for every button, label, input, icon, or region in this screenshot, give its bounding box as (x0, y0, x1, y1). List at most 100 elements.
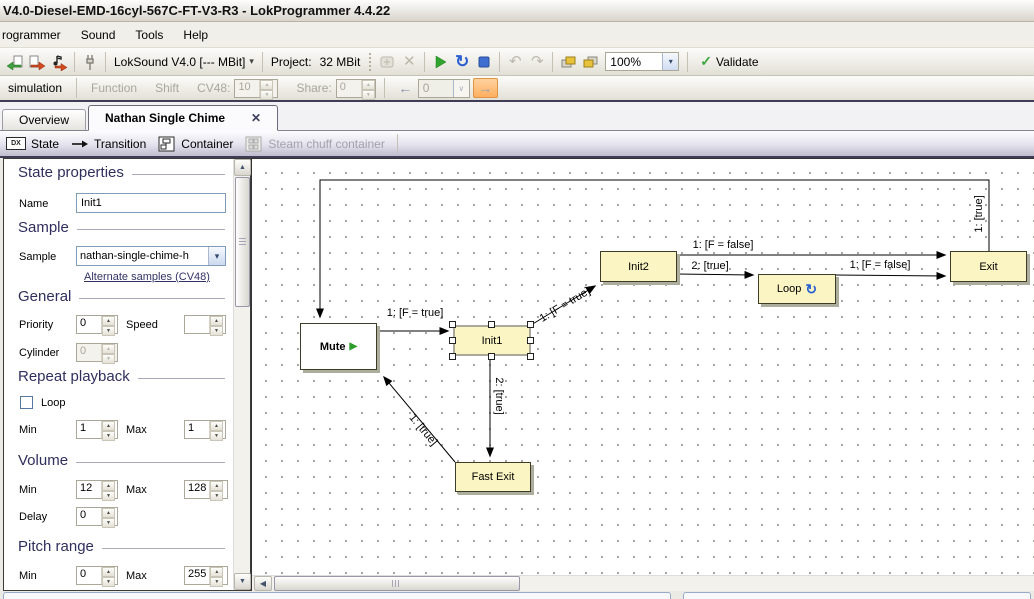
step-down-icon[interactable]: ▼ (102, 491, 115, 501)
selection-handle[interactable] (488, 321, 495, 328)
state-node-fast-exit[interactable]: Fast Exit (455, 462, 531, 492)
edge-exit-mute[interactable] (320, 180, 989, 317)
scroll-left-icon[interactable]: ◀ (254, 576, 272, 591)
validate-button[interactable]: ✓ Validate (692, 51, 766, 72)
pitch-min-stepper[interactable]: 0 ▲▼ (76, 566, 118, 585)
step-up-icon[interactable]: ▲ (210, 481, 223, 491)
menu-programmer[interactable]: rogrammer (0, 24, 71, 46)
tab-overview[interactable]: Overview (2, 109, 86, 131)
scrollbar-thumb[interactable] (274, 576, 520, 591)
selection-handle[interactable] (449, 321, 456, 328)
tab-label: Overview (19, 113, 69, 127)
add-container-button[interactable]: Container (158, 136, 233, 152)
step-down-icon[interactable]: ▼ (210, 431, 223, 441)
state-node-loop[interactable]: Loop ↻ (758, 274, 836, 304)
stepper-arrows[interactable]: ▲▼ (209, 421, 223, 438)
add-state-button[interactable]: DX State (6, 137, 59, 151)
add-transition-label: Transition (94, 137, 146, 151)
stepper-arrows[interactable]: ▲▼ (209, 481, 223, 498)
name-field[interactable] (76, 193, 226, 213)
speed-stepper[interactable]: ▲▼ (184, 315, 226, 334)
step-down-icon[interactable]: ▼ (210, 326, 223, 336)
stepper-arrows[interactable]: ▲▼ (209, 567, 223, 584)
nav-forward-button[interactable]: → (473, 78, 498, 98)
selection-handle[interactable] (449, 353, 456, 360)
volume-max-stepper[interactable]: 128 ▲▼ (184, 480, 228, 499)
selection-handle[interactable] (449, 337, 456, 344)
tab-close-icon[interactable]: ✕ (251, 111, 261, 125)
selection-handle[interactable] (527, 321, 534, 328)
layers-back-icon[interactable] (579, 51, 601, 73)
stepper-arrows[interactable]: ▲▼ (101, 567, 115, 584)
programmer-connect-icon[interactable] (79, 51, 101, 73)
step-up-icon[interactable]: ▲ (102, 421, 115, 431)
step-down-icon[interactable]: ▼ (102, 577, 115, 587)
project-size-value: 32 MBit (316, 55, 365, 69)
tab-nathan-single-chime[interactable]: Nathan Single Chime ✕ (88, 105, 278, 131)
selection-handle[interactable] (527, 337, 534, 344)
state-diagram-canvas[interactable]: 1: [F = true] 1: [F = true] 1: [F = fals… (252, 158, 1034, 575)
sample-combobox[interactable]: nathan-single-chime-h ▾ (76, 246, 226, 266)
pitch-max-stepper[interactable]: 255 ▲▼ (184, 566, 228, 585)
play-icon[interactable] (429, 51, 451, 73)
scroll-down-icon[interactable]: ▼ (234, 573, 251, 590)
layers-front-icon[interactable] (557, 51, 579, 73)
step-up-icon[interactable]: ▲ (102, 481, 115, 491)
state-node-init1[interactable]: Init1 (453, 325, 531, 356)
step-down-icon[interactable]: ▼ (102, 326, 115, 336)
step-up-icon[interactable]: ▲ (210, 421, 223, 431)
add-transition-button[interactable]: Transition (71, 137, 146, 151)
step-down-icon[interactable]: ▼ (102, 431, 115, 441)
volume-min-stepper[interactable]: 12 ▲▼ (76, 480, 118, 499)
selection-handle[interactable] (488, 353, 495, 360)
state-node-exit[interactable]: Exit (950, 251, 1027, 282)
step-down-icon[interactable]: ▼ (210, 491, 223, 501)
panel-vertical-scrollbar[interactable]: ▲ ▼ (233, 159, 250, 590)
stepper-arrows[interactable]: ▲▼ (101, 316, 115, 333)
stepper-arrows[interactable]: ▲▼ (101, 481, 115, 498)
menu-sound[interactable]: Sound (71, 24, 126, 46)
stop-icon[interactable] (473, 51, 495, 73)
write-decoder-icon[interactable] (26, 51, 48, 73)
scroll-up-icon[interactable]: ▲ (234, 159, 251, 176)
alternate-samples-link[interactable]: Alternate samples (CV48) (84, 271, 210, 283)
decoder-selector-dropdown-icon[interactable]: ▾ (249, 56, 254, 67)
scrollbar-thumb[interactable] (235, 177, 250, 307)
state-node-init2[interactable]: Init2 (600, 251, 677, 282)
selection-handle[interactable] (527, 353, 534, 360)
step-up-icon[interactable]: ▲ (210, 567, 223, 577)
simulation-toolbar: simulation Function Shift CV48: 10 ▲▼ Sh… (0, 76, 1034, 102)
step-up-icon[interactable]: ▲ (102, 316, 115, 326)
repeat-max-stepper[interactable]: 1 ▲▼ (184, 420, 226, 439)
edge-init2-loop[interactable] (677, 274, 753, 275)
edge-loop-exit[interactable] (836, 275, 945, 276)
zoom-value: 100% (606, 55, 662, 69)
step-down-icon[interactable]: ▼ (102, 518, 115, 528)
step-down-icon[interactable]: ▼ (210, 577, 223, 587)
write-sound-icon[interactable] (48, 51, 70, 73)
zoom-dropdown-icon[interactable]: ▾ (662, 53, 678, 70)
priority-stepper[interactable]: 0 ▲▼ (76, 315, 118, 334)
loop-checkbox[interactable] (20, 396, 33, 409)
step-up-icon[interactable]: ▲ (102, 508, 115, 518)
sample-dropdown-icon[interactable]: ▾ (208, 247, 225, 265)
stepper-arrows[interactable]: ▲▼ (101, 421, 115, 438)
step-up-icon[interactable]: ▲ (210, 316, 223, 326)
canvas-horizontal-scrollbar[interactable]: ◀ (252, 575, 1034, 591)
stepper-arrows[interactable]: ▲▼ (209, 316, 223, 333)
step-up-icon[interactable]: ▲ (102, 567, 115, 577)
state-node-mute[interactable]: Mute ▶ (300, 323, 377, 370)
loop-icon: ↻ (805, 282, 817, 296)
menu-tools[interactable]: Tools (125, 24, 173, 46)
lokprogrammer-window: V4.0-Diesel-EMD-16cyl-567C-FT-V3-R3 - Lo… (0, 0, 1034, 599)
stepper-arrows[interactable]: ▲▼ (101, 508, 115, 525)
nav-back-button[interactable]: ← (393, 78, 418, 98)
delay-stepper[interactable]: 0 ▲▼ (76, 507, 118, 526)
repeat-min-stepper[interactable]: 1 ▲▼ (76, 420, 118, 439)
read-decoder-icon[interactable] (4, 51, 26, 73)
loop-playback-icon[interactable]: ↻ (451, 51, 473, 73)
repeat-max-value: 1 (185, 421, 209, 438)
menu-help[interactable]: Help (173, 24, 218, 46)
decoder-selector[interactable]: LokSound V4.0 [--- MBit] (110, 55, 249, 69)
zoom-combobox[interactable]: 100% ▾ (605, 52, 679, 71)
